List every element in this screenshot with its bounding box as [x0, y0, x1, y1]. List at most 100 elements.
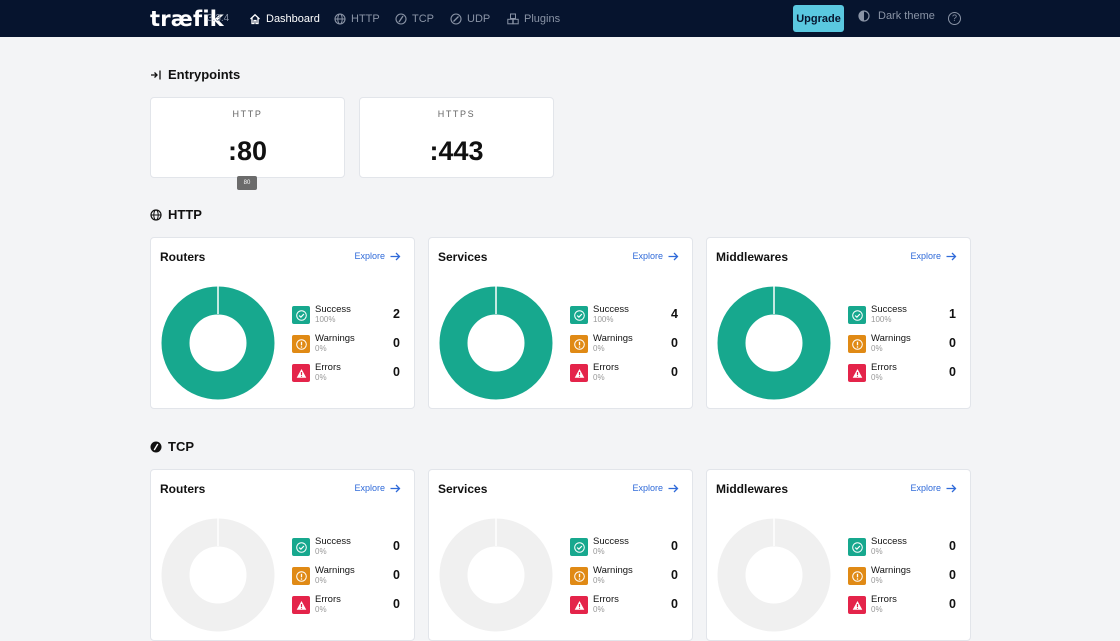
success-icon [570, 538, 588, 556]
stat-count: 0 [949, 336, 956, 350]
stat-label: Success [593, 304, 629, 315]
stat-warnings: Warnings 0% 0 [570, 333, 680, 355]
stat-percent: 0% [871, 547, 883, 556]
entrypoint-name: HTTPS [437, 109, 476, 119]
stat-errors: Errors 0% 0 [292, 594, 402, 616]
warning-icon [292, 567, 310, 585]
stat-count: 0 [671, 365, 678, 379]
nav-udp[interactable]: UDP [450, 10, 490, 28]
tcp-middlewares-card: Middlewares Explore Success 0% 0 Warning… [706, 469, 971, 641]
stat-errors: Errors 0% 0 [292, 362, 402, 384]
stat-count: 0 [393, 336, 400, 350]
entrypoints-title: Entrypoints [168, 67, 241, 82]
stat-count: 0 [671, 539, 678, 553]
arrow-right-icon [946, 252, 957, 260]
entrypoint-card-http[interactable]: HTTP :80 [150, 97, 345, 178]
tcp-icon [150, 441, 162, 452]
tcp-services-card: Services Explore Success 0% 0 Warnings 0… [428, 469, 693, 641]
stat-count: 0 [671, 568, 678, 582]
nav-http[interactable]: HTTP [334, 10, 380, 28]
globe-icon [150, 208, 162, 221]
explore-label: Explore [354, 483, 385, 493]
help-icon[interactable]: ? [948, 12, 961, 25]
stat-label: Warnings [593, 565, 633, 576]
top-navbar: træfik 3.3.4 Dashboard HTTP TCP UDP Plug… [0, 0, 1120, 37]
stat-label: Warnings [315, 565, 355, 576]
arrow-right-icon [668, 484, 679, 492]
stat-label: Success [593, 536, 629, 547]
arrow-right-icon [390, 484, 401, 492]
stat-errors: Errors 0% 0 [848, 594, 958, 616]
stat-percent: 100% [871, 315, 892, 324]
stat-label: Errors [871, 594, 897, 605]
stat-count: 0 [671, 597, 678, 611]
dark-theme-toggle[interactable]: Dark theme [858, 10, 935, 22]
explore-link[interactable]: Explore [910, 483, 957, 493]
stat-label: Errors [593, 362, 619, 373]
explore-link[interactable]: Explore [910, 251, 957, 261]
upgrade-button[interactable]: Upgrade [793, 5, 844, 32]
explore-link[interactable]: Explore [354, 251, 401, 261]
stat-count: 0 [393, 365, 400, 379]
error-icon [570, 364, 588, 382]
success-icon [292, 306, 310, 324]
nav-dashboard[interactable]: Dashboard [249, 10, 320, 28]
tcp-routers-card: Routers Explore Success 0% 0 Warnings 0%… [150, 469, 415, 641]
stat-percent: 0% [871, 373, 883, 382]
warning-icon [292, 335, 310, 353]
http-services-card: Services Explore Success 100% 4 Warnings… [428, 237, 693, 409]
entrypoint-card-https[interactable]: HTTPS :443 [359, 97, 554, 178]
stat-percent: 0% [315, 576, 327, 585]
stat-count: 2 [393, 307, 400, 321]
error-icon [848, 596, 866, 614]
explore-link[interactable]: Explore [632, 251, 679, 261]
nav-tcp[interactable]: TCP [395, 10, 434, 28]
stat-count: 0 [671, 336, 678, 350]
stat-percent: 0% [593, 547, 605, 556]
card-title: Routers [160, 482, 206, 496]
port-tooltip: 80 [237, 176, 257, 190]
stat-success: Success 100% 4 [570, 304, 680, 326]
error-icon [570, 596, 588, 614]
card-title: Middlewares [716, 250, 789, 264]
stat-count: 1 [949, 307, 956, 321]
stat-label: Success [315, 304, 351, 315]
stat-warnings: Warnings 0% 0 [570, 565, 680, 587]
card-title: Routers [160, 250, 206, 264]
stat-success: Success 100% 1 [848, 304, 958, 326]
stat-label: Errors [593, 594, 619, 605]
error-icon [292, 596, 310, 614]
error-icon [848, 364, 866, 382]
stat-label: Warnings [593, 333, 633, 344]
http-routers-card: Routers Explore Success 100% 2 Warnings … [150, 237, 415, 409]
nav-plugins-label: Plugins [524, 13, 561, 25]
http-title: HTTP [168, 207, 202, 222]
explore-link[interactable]: Explore [632, 483, 679, 493]
stat-errors: Errors 0% 0 [570, 594, 680, 616]
dark-theme-label: Dark theme [878, 10, 935, 22]
http-heading: HTTP [150, 207, 202, 222]
warning-icon [570, 335, 588, 353]
stat-percent: 0% [871, 605, 883, 614]
arrow-right-icon [390, 252, 401, 260]
stat-warnings: Warnings 0% 0 [848, 565, 958, 587]
stat-label: Errors [871, 362, 897, 373]
explore-label: Explore [632, 483, 663, 493]
stat-label: Errors [315, 362, 341, 373]
entrypoints-heading: Entrypoints [150, 67, 240, 82]
error-icon [292, 364, 310, 382]
stat-percent: 0% [315, 373, 327, 382]
nav-plugins[interactable]: Plugins [507, 10, 560, 28]
stat-percent: 0% [593, 373, 605, 382]
stat-percent: 0% [315, 344, 327, 353]
tcp-title: TCP [168, 439, 194, 454]
stat-label: Success [871, 536, 907, 547]
success-icon [570, 306, 588, 324]
stat-count: 4 [671, 307, 678, 321]
contrast-icon [858, 10, 870, 22]
stat-count: 0 [393, 539, 400, 553]
explore-link[interactable]: Explore [354, 483, 401, 493]
status-donut-chart [161, 518, 275, 632]
explore-label: Explore [354, 251, 385, 261]
stat-label: Success [315, 536, 351, 547]
